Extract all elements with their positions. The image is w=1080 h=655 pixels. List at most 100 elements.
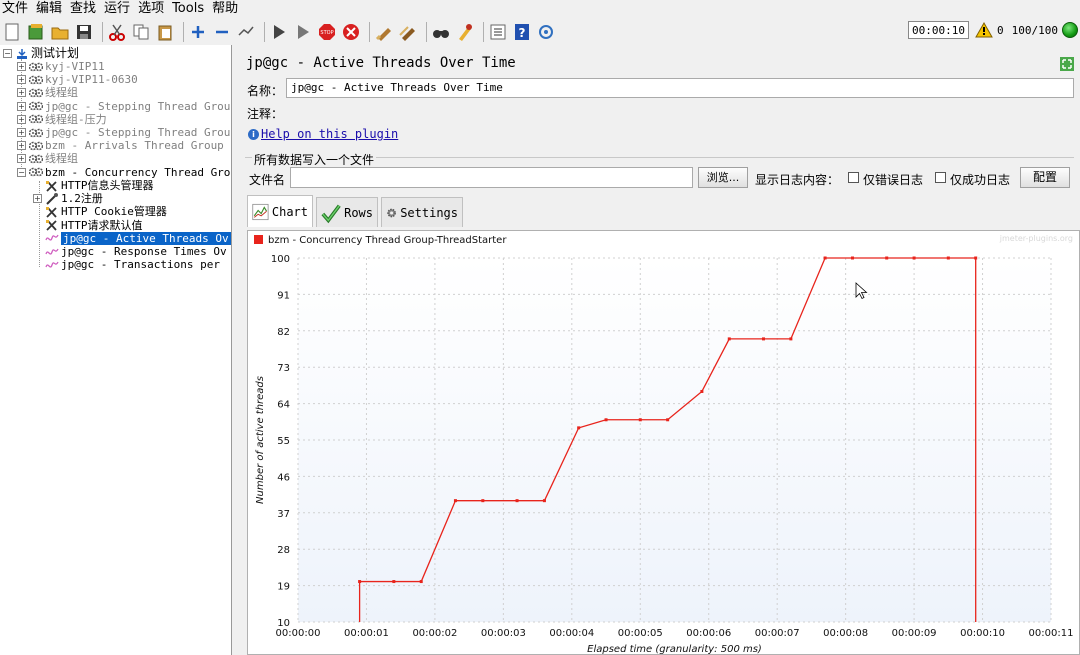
expand-toggle[interactable]: + [17,128,26,137]
expand-toggle[interactable]: + [17,114,26,124]
tree-node[interactable]: + 线程组-压力 [17,113,107,126]
expand-toggle[interactable]: + [17,75,26,85]
toggle-icon[interactable] [236,22,256,42]
config-tool-icon [45,180,59,192]
configure-button[interactable]: 配置 [1020,167,1070,188]
tree-node-label: jp@gc - Stepping Thread Grou [45,99,231,113]
tree-child[interactable]: +1.2注册 [33,192,103,205]
open-icon[interactable] [50,22,70,42]
chart-area: 00:00:00 00:00:01 00:00:02 00:00:03 00:00:04… [247,230,1080,655]
expand-toggle[interactable]: + [17,141,26,151]
toolbar-separator [183,22,184,42]
thread-group-icon [29,153,43,165]
menu-bar: 文件 编辑 查找 运行 选项 Tools 帮助 [0,0,1080,18]
tab-settings[interactable]: Settings [381,197,463,227]
collapse-all-icon[interactable] [212,22,232,42]
filename-input[interactable] [290,167,693,188]
clear-icon[interactable] [374,22,394,42]
warning-icon[interactable] [975,22,993,38]
tree-child[interactable]: HTTP请求默认值 [45,219,143,232]
tree-node[interactable]: − bzm - Concurrency Thread Gro [17,166,230,179]
toolbar-separator [102,22,103,42]
data-point [392,580,396,584]
tree-child-label: HTTP信息头管理器 [61,179,154,192]
start-icon[interactable] [269,22,289,42]
menu-run[interactable]: 运行 [104,0,130,18]
save-icon[interactable] [74,22,94,42]
menu-edit[interactable]: 编辑 [36,0,62,18]
start-no-pause-icon[interactable] [293,22,313,42]
y-tick-label: 19 [277,582,290,593]
tree-node[interactable]: + 线程组 [17,152,78,165]
tree-node-label: 线程组 [45,152,78,166]
tree-node-label: kyj-VIP11 [45,60,105,73]
help-link[interactable]: Help on this plugin [261,127,398,141]
new-icon[interactable] [2,22,22,42]
expand-toggle[interactable]: + [17,88,26,98]
tree-child[interactable]: jp@gc - Transactions per [45,258,220,271]
data-point [789,337,793,341]
expand-toggle[interactable]: + [33,194,42,204]
errors-only-checkbox[interactable] [848,172,859,183]
stop-icon[interactable]: STOP [317,22,337,42]
tree-node[interactable]: + 线程组 [17,86,78,99]
menu-file[interactable]: 文件 [2,0,28,18]
templates-icon[interactable] [26,22,46,42]
toolbar-separator [426,22,427,42]
menu-options[interactable]: 选项 [138,0,164,18]
tab-chart[interactable]: Chart [247,195,313,227]
expand-toggle[interactable]: + [17,62,26,71]
comment-label: 注释： [247,107,284,121]
sampler-icon [45,192,59,205]
tree-node[interactable]: + bzm - Arrivals Thread Group [17,139,224,152]
x-tick-label: 00:00:04 [549,628,594,639]
y-tick-label: 82 [277,327,290,338]
paste-icon[interactable] [155,22,175,42]
tree-root[interactable]: − 测试计划 [3,47,79,60]
y-tick-label: 64 [277,400,290,411]
reset-search-icon[interactable] [455,22,475,42]
x-tick-label: 00:00:06 [686,628,731,639]
data-point [761,337,765,341]
x-tick-label: 00:00:03 [481,628,526,639]
y-axis-label: Number of active threads [255,376,266,504]
name-input[interactable]: jp@gc - Active Threads Over Time [286,78,1074,98]
maximize-icon[interactable] [1060,57,1074,71]
function-helper-icon[interactable] [488,22,508,42]
expand-toggle[interactable]: + [17,101,26,111]
cut-icon[interactable] [107,22,127,42]
menu-search[interactable]: 查找 [70,0,96,18]
collapse-toggle[interactable]: − [3,49,12,58]
tree-node-label: 线程组-压力 [45,112,107,126]
menu-help[interactable]: 帮助 [212,0,238,18]
x-tick-label: 00:00:10 [960,628,1005,639]
legend-swatch [254,235,263,244]
tree-node[interactable]: + jp@gc - Stepping Thread Grou [17,100,230,113]
browse-button[interactable]: 浏览... [698,167,748,188]
y-tick-label: 46 [277,472,290,483]
x-tick-label: 00:00:05 [618,628,663,639]
y-tick-label: 10 [277,618,290,629]
tree-node[interactable]: + kyj-VIP11 [17,60,105,73]
expand-all-icon[interactable] [188,22,208,42]
collapse-toggle[interactable]: − [17,167,26,177]
tree-child[interactable]: jp@gc - Response Times Ov [45,245,227,258]
tree-child-selected[interactable]: jp@gc - Active Threads Ov [45,231,231,245]
success-only-checkbox[interactable] [935,172,946,183]
remote-icon[interactable] [536,22,556,42]
toolbar-separator [483,22,484,42]
tree-child[interactable]: HTTP Cookie管理器 [45,205,167,218]
search-icon[interactable] [431,22,451,42]
tree-node[interactable]: + jp@gc - Stepping Thread Grou [17,126,230,139]
menu-tools[interactable]: Tools [172,0,204,18]
copy-icon[interactable] [131,22,151,42]
tree-node[interactable]: + kyj-VIP11-0630 [17,73,138,86]
tab-rows[interactable]: Rows [316,197,378,227]
listener-icon [45,259,59,271]
data-point [604,418,608,422]
shutdown-icon[interactable] [341,22,361,42]
help-icon[interactable]: ? [512,22,532,42]
tree-child[interactable]: HTTP信息头管理器 [45,179,154,192]
expand-toggle[interactable]: + [17,154,26,164]
clear-all-icon[interactable] [398,22,418,42]
